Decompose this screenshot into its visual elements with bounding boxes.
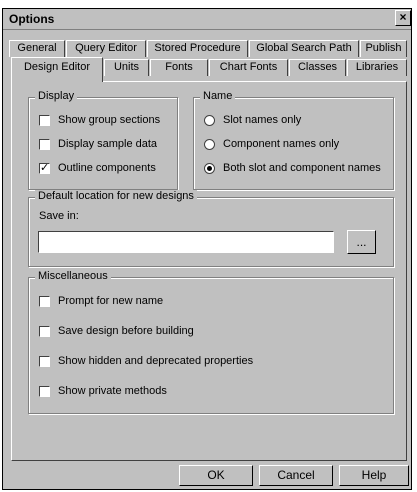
browse-button[interactable]: ... bbox=[347, 230, 376, 254]
help-button[interactable]: Help bbox=[339, 465, 409, 486]
display-group: Display Show group sections Display samp… bbox=[28, 90, 178, 190]
show-hidden-deprecated-properties-checkbox[interactable]: Show hidden and deprecated properties bbox=[39, 353, 253, 369]
tab-stored-procedure[interactable]: Stored Procedure bbox=[147, 40, 248, 57]
checkbox-label: Show group sections bbox=[58, 114, 161, 126]
tab-global-search-path[interactable]: Global Search Path bbox=[249, 40, 359, 57]
tab-libraries[interactable]: Libraries bbox=[347, 59, 407, 76]
tab-label: Design Editor bbox=[23, 61, 91, 73]
design-editor-panel: Display Show group sections Display samp… bbox=[11, 81, 407, 461]
default-location-group: Default location for new designs Save in… bbox=[28, 190, 394, 267]
radio-label: Slot names only bbox=[223, 114, 302, 126]
miscellaneous-legend: Miscellaneous bbox=[35, 270, 111, 282]
tab-label: Stored Procedure bbox=[154, 42, 241, 54]
default-location-legend: Default location for new designs bbox=[35, 190, 197, 202]
checkbox-label: Outline components bbox=[58, 162, 156, 174]
tab-units[interactable]: Units bbox=[104, 59, 149, 76]
both-slot-and-component-names-radio[interactable]: Both slot and component names bbox=[204, 160, 381, 176]
miscellaneous-group: Miscellaneous Prompt for new name Save d… bbox=[28, 270, 394, 414]
close-icon[interactable]: × bbox=[395, 10, 411, 26]
tab-query-editor[interactable]: Query Editor bbox=[66, 40, 146, 57]
tab-fonts[interactable]: Fonts bbox=[150, 59, 208, 76]
prompt-for-new-name-checkbox[interactable]: Prompt for new name bbox=[39, 293, 163, 309]
tab-publish[interactable]: Publish bbox=[360, 40, 407, 57]
display-legend: Display bbox=[35, 90, 78, 102]
tab-chart-fonts[interactable]: Chart Fonts bbox=[209, 59, 288, 76]
tab-label: Classes bbox=[297, 61, 338, 73]
component-names-only-radio[interactable]: Component names only bbox=[204, 136, 339, 152]
save-design-before-building-checkbox[interactable]: Save design before building bbox=[39, 323, 194, 339]
save-in-field[interactable] bbox=[38, 231, 334, 253]
radio-selected-dot bbox=[207, 165, 212, 171]
radio-label: Both slot and component names bbox=[223, 162, 381, 174]
display-sample-data-checkbox[interactable]: Display sample data bbox=[39, 136, 157, 152]
tab-label: Global Search Path bbox=[256, 42, 352, 54]
radio-label: Component names only bbox=[223, 138, 340, 150]
tab-design-editor[interactable]: Design Editor bbox=[11, 57, 103, 82]
checkbox-label: Save design before building bbox=[58, 325, 194, 337]
options-dialog: Options × General Query Editor Stored Pr… bbox=[2, 8, 412, 490]
show-group-sections-checkbox[interactable]: Show group sections bbox=[39, 112, 160, 128]
tab-label: Chart Fonts bbox=[219, 61, 278, 73]
checkbox-label: Prompt for new name bbox=[58, 295, 164, 307]
radio-circle[interactable] bbox=[204, 162, 215, 174]
checkbox-label: Show private methods bbox=[58, 385, 167, 397]
tab-general[interactable]: General bbox=[9, 40, 65, 57]
checkbox-label: Show hidden and deprecated properties bbox=[58, 355, 254, 367]
checkbox-box[interactable] bbox=[39, 355, 50, 367]
name-group: Name Slot names only Component names onl… bbox=[193, 90, 394, 190]
tab-label: Fonts bbox=[165, 61, 193, 73]
tab-label: Libraries bbox=[355, 61, 399, 73]
cancel-button[interactable]: Cancel bbox=[259, 465, 333, 486]
tab-classes[interactable]: Classes bbox=[289, 59, 346, 76]
check-mark-icon[interactable]: ✓ bbox=[39, 162, 50, 174]
radio-circle[interactable] bbox=[204, 114, 215, 126]
tab-label: General bbox=[17, 42, 57, 54]
checkbox-label: Display sample data bbox=[58, 138, 158, 150]
radio-circle[interactable] bbox=[204, 138, 215, 150]
checkbox-box[interactable] bbox=[39, 138, 50, 150]
tab-label: Units bbox=[113, 61, 140, 73]
save-in-label: Save in: bbox=[39, 210, 79, 222]
ok-button[interactable]: OK bbox=[179, 465, 253, 486]
name-legend: Name bbox=[200, 90, 236, 102]
outline-components-checkbox[interactable]: ✓ Outline components bbox=[39, 160, 156, 176]
title-bar[interactable]: Options × bbox=[3, 9, 411, 30]
window-title: Options bbox=[9, 12, 55, 26]
checkbox-box[interactable] bbox=[39, 385, 50, 397]
show-private-methods-checkbox[interactable]: Show private methods bbox=[39, 383, 167, 399]
checkbox-box[interactable] bbox=[39, 325, 50, 337]
slot-names-only-radio[interactable]: Slot names only bbox=[204, 112, 301, 128]
checkbox-box[interactable] bbox=[39, 114, 50, 126]
tab-label: Query Editor bbox=[75, 42, 137, 54]
tab-label: Publish bbox=[365, 42, 402, 54]
checkbox-box[interactable] bbox=[39, 295, 50, 307]
